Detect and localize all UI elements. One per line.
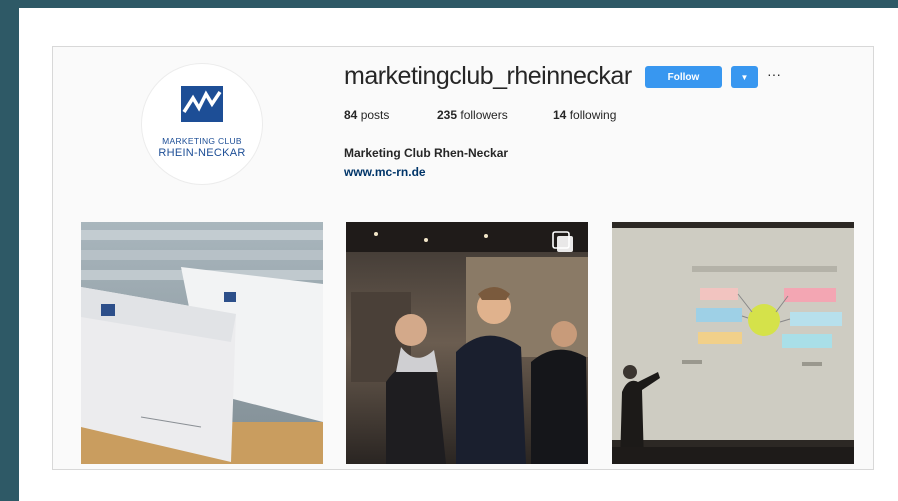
post-thumbnail-1[interactable] xyxy=(81,222,323,464)
post-2-image xyxy=(346,222,588,464)
following-stat[interactable]: 14 following xyxy=(553,108,616,122)
marketing-club-logo-icon xyxy=(181,86,223,122)
followers-count: 235 xyxy=(437,108,458,122)
profile-avatar[interactable]: MARKETING CLUB RHEIN-NECKAR xyxy=(141,63,263,185)
profile-username: marketingclub_rheinneckar xyxy=(344,62,632,90)
post-3-image xyxy=(612,222,854,464)
following-count: 14 xyxy=(553,108,567,122)
more-options-button[interactable]: ··· xyxy=(765,66,783,86)
suggestions-dropdown-button[interactable]: ▼ xyxy=(731,66,758,88)
post-1-image xyxy=(81,222,323,464)
followers-stat[interactable]: 235 followers xyxy=(437,108,508,122)
posts-stat: 84 posts xyxy=(344,108,389,122)
posts-label: posts xyxy=(360,108,390,122)
logo-text-line2: RHEIN-NECKAR xyxy=(158,147,246,159)
followers-label: followers xyxy=(460,108,508,122)
profile-website-link[interactable]: www.mc-rn.de xyxy=(344,165,426,179)
chevron-down-icon: ▼ xyxy=(740,72,749,82)
post-thumbnail-2[interactable] xyxy=(346,222,588,464)
logo-text-line1: MARKETING CLUB xyxy=(162,136,242,146)
post-thumbnail-3[interactable] xyxy=(612,222,854,464)
following-label: following xyxy=(569,108,617,122)
posts-count: 84 xyxy=(344,108,358,122)
profile-full-name: Marketing Club Rhen-Neckar xyxy=(344,146,509,160)
follow-button[interactable]: Follow xyxy=(645,66,722,88)
